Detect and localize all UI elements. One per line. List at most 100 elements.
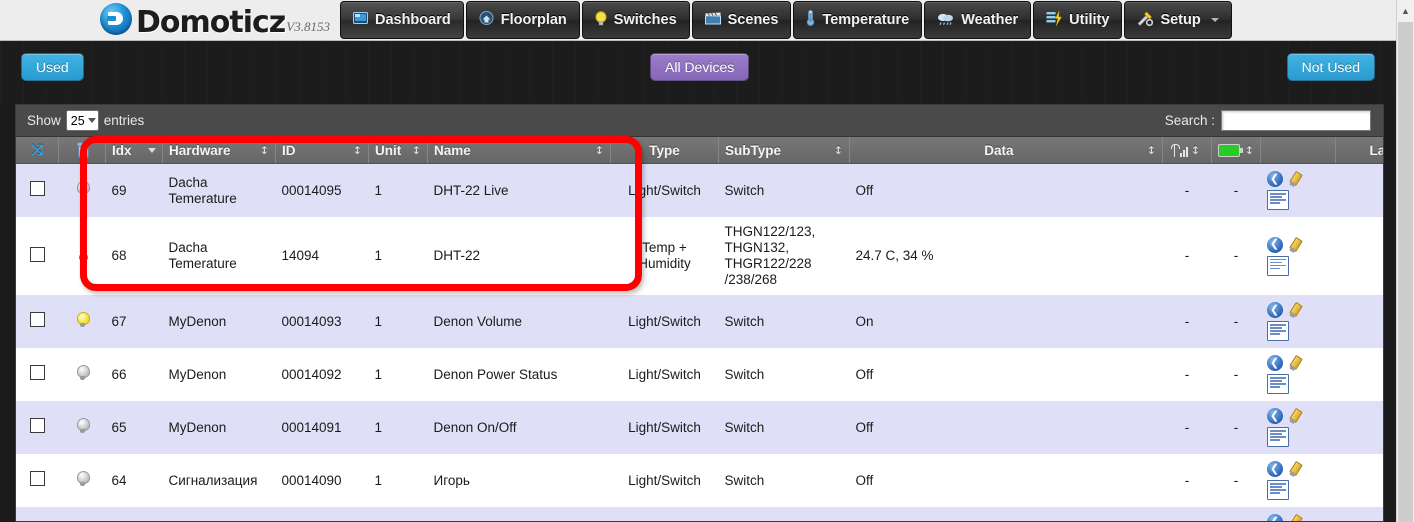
trash-icon [76,141,90,158]
row-select-cell [16,454,59,507]
nav-item-utility[interactable]: Utility [1033,1,1123,39]
edit-pencil-icon[interactable] [1287,461,1303,477]
header-hardware[interactable]: Hardware ↕ [162,137,276,164]
device-type-icon-cell [59,295,106,348]
back-arrow-icon[interactable]: ❮ [1266,514,1283,521]
header-id[interactable]: ID ↕ [275,137,369,164]
log-list-icon[interactable] [1266,190,1289,210]
edit-pencil-icon[interactable] [1287,514,1303,521]
cell-id: 00014095 [281,182,342,198]
log-list-icon[interactable] [1266,255,1289,276]
cell-unit: 1 [374,419,383,435]
nav-item-setup[interactable]: Setup [1124,1,1232,39]
row-actions: ❮ [1266,514,1313,521]
device-type-icon-cell [59,401,106,454]
back-arrow-icon[interactable]: ❮ [1266,408,1283,424]
edit-pencil-icon[interactable] [1287,355,1303,371]
table-row[interactable]: 65 MyDenon 00014091 1 Denon On/Off Light/Swit… [16,401,1383,454]
back-arrow-icon[interactable]: ❮ [1266,302,1283,318]
nav-item-switches[interactable]: Switches [581,1,690,39]
back-arrow-icon[interactable]: ❮ [1266,236,1283,253]
clapperboard-icon [704,11,721,29]
not-used-filter-button[interactable]: Not Used [1286,53,1375,81]
scrollbar-thumb[interactable] [1398,22,1413,522]
entries-per-page-select[interactable]: 25 [65,110,99,131]
table-row[interactable]: 63MyDenon0001408F1DENON_SOURCELight/Swit… [16,507,1383,522]
header-label: Hardware [169,142,231,158]
header-signal[interactable]: ↕ [1162,137,1212,164]
table-row[interactable]: 68 Dacha Temerature 14094 1 DHT-22 Temp + Hum… [16,217,1383,295]
table-row[interactable]: 66 MyDenon 00014092 1 Denon Power Status Ligh… [16,348,1383,401]
all-devices-filter-button[interactable]: All Devices [650,53,750,81]
log-list-icon[interactable] [1266,480,1289,500]
nav-item-scenes[interactable]: Scenes [691,1,792,39]
table-row[interactable]: 69 Dacha Temerature 00014095 1 DHT-22 Live Li… [16,163,1383,217]
header-unit[interactable]: Unit ↕ [368,137,428,164]
scroll-up-button[interactable]: ▲ [1396,0,1414,22]
cell-data: Off [855,182,874,198]
header-type[interactable]: Type [610,137,719,164]
header-delete[interactable] [58,137,106,164]
cell-subtype: Switch [724,472,765,488]
page-scrollbar[interactable]: ▲ [1396,0,1414,522]
cell-data: Off [850,507,1163,521]
nav-item-floorplan[interactable]: Floorplan [465,1,580,39]
header-battery[interactable]: ↕ [1211,137,1261,164]
last-seen-date: 2017-10-16 [1342,465,1383,481]
edit-pencil-icon[interactable] [1287,237,1303,253]
battery-icon [1218,143,1243,157]
header-subtype[interactable]: SubType ↕ [718,137,850,164]
device-type-icon-cell [59,454,106,507]
table-header-row: ⤨ Idx Hardware ↕ ID ↕ Unit ↕ Name ↕ Type… [16,137,1383,164]
main-navigation: Dashboard Floorplan Switches Scenes Temp… [339,0,1234,40]
last-seen-date: 2017-10-12 [1342,359,1383,375]
cell-type: Temp + Humidity [638,240,691,271]
nav-item-temperature[interactable]: Temperature [793,1,923,39]
header-shuffle[interactable]: ⤨ [16,137,59,164]
edit-pencil-icon[interactable] [1287,408,1303,424]
nav-label: Utility [1069,12,1110,28]
row-checkbox[interactable] [29,312,45,327]
row-checkbox[interactable] [29,365,45,380]
last-seen-date: 2017-10-16 [1342,518,1383,522]
used-filter-button[interactable]: Used [21,53,84,81]
chevron-down-icon [87,118,96,123]
edit-pencil-icon[interactable] [1287,171,1303,187]
log-list-icon[interactable] [1266,427,1289,447]
back-arrow-icon[interactable]: ❮ [1266,355,1283,371]
lightbulb-on-icon [76,312,90,327]
cell-data: Off [855,366,874,382]
last-seen-date: 2017-10-12 [1342,306,1383,322]
sort-both-icon: ↕ [259,143,269,157]
nav-item-dashboard[interactable]: Dashboard [339,1,464,39]
back-arrow-icon[interactable]: ❮ [1266,461,1283,477]
cell-type: Light/Switch [628,313,701,329]
show-label: Show [27,113,61,128]
brand-logo-area: Domoticz V3.8153 [100,2,330,38]
cell-idx: 67 [111,313,127,329]
last-seen-time: 21:51:59 [1342,322,1384,338]
search-input[interactable] [1221,110,1371,131]
row-checkbox[interactable] [29,471,45,486]
header-name[interactable]: Name ↕ [427,137,611,164]
table-row[interactable]: 64 Сигнализация 00014090 1 Игорь Light/Switch… [16,454,1384,507]
cell-hardware: Dacha Temerature [168,174,237,206]
nav-item-weather[interactable]: Weather [924,1,1032,39]
cell-last-seen: 2017-10-1615:51:36 [1336,217,1383,295]
cell-hardware: MyDenon [168,419,227,435]
log-list-icon[interactable] [1266,321,1289,341]
cell-name: DHT-22 Live [433,182,509,198]
header-data[interactable]: Data ↕ [849,137,1163,164]
log-list-icon[interactable] [1266,374,1289,394]
edit-pencil-icon[interactable] [1287,302,1303,318]
cell-last-seen: 2017-10-1608:16:12 [1336,507,1383,522]
row-checkbox[interactable] [29,246,45,262]
cell-name: Denon Power Status [433,366,558,382]
header-last-seen[interactable]: Last Seen ↕ [1335,137,1383,164]
table-row[interactable]: 67 MyDenon 00014093 1 Denon Volume Light/Swit… [16,295,1384,348]
last-seen-time: 08:20:47 [1342,481,1384,497]
row-checkbox[interactable] [29,418,45,433]
header-idx[interactable]: Idx [105,137,163,164]
back-arrow-icon[interactable]: ❮ [1266,171,1283,187]
row-checkbox[interactable] [29,181,45,196]
